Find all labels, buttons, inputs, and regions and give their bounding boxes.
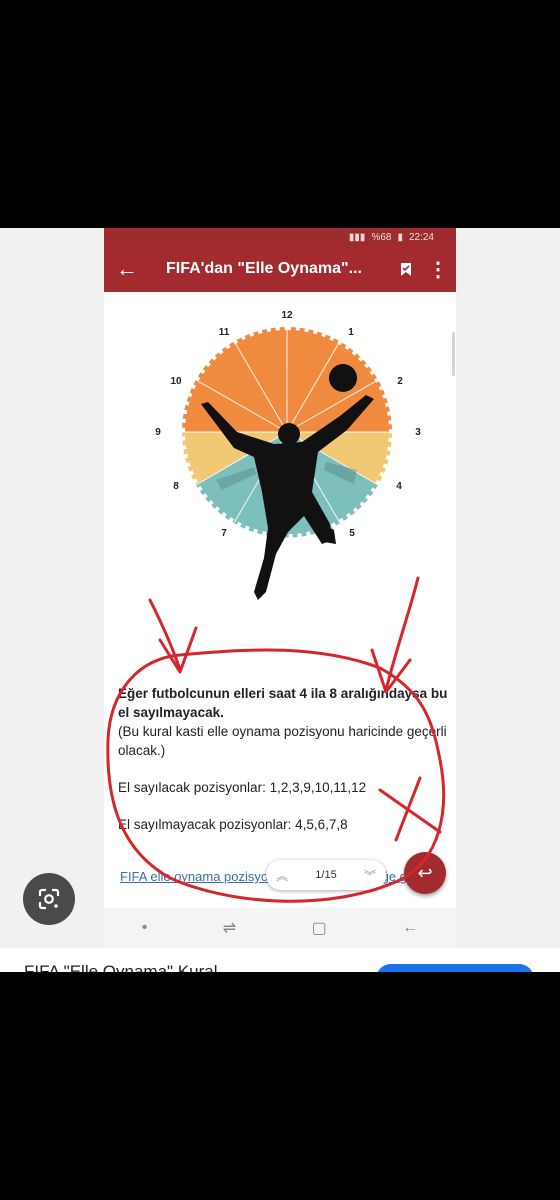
clock-number: 5 bbox=[349, 528, 355, 539]
chevron-down-icon[interactable]: ︾ bbox=[364, 867, 376, 884]
left-margin bbox=[0, 228, 104, 948]
clock-number: 10 bbox=[170, 376, 182, 387]
clock-hand-diagram: 12 1 2 3 4 5 7 8 9 10 11 bbox=[155, 310, 421, 600]
bookmark-icon[interactable] bbox=[392, 262, 420, 277]
reply-arrow-icon: ↩ bbox=[417, 862, 433, 883]
lens-icon bbox=[38, 888, 60, 910]
result-title[interactable]: FIFA "Elle Oynama" Kural bbox=[24, 962, 217, 972]
battery-icon: ▮ bbox=[397, 231, 403, 243]
clock-number: 2 bbox=[397, 376, 403, 387]
counted-positions: El sayılacak pozisyonlar: 1,2,3,9,10,11,… bbox=[118, 780, 367, 795]
clock-number: 8 bbox=[173, 481, 179, 492]
share-reply-button[interactable]: ↩ bbox=[404, 852, 446, 894]
phone-screen: ▮▮▮ %68 ▮ 22:24 ← FIFA'dan "Elle Oynama"… bbox=[104, 228, 456, 948]
app-bar: ← FIFA'dan "Elle Oynama"... ⋮ bbox=[104, 246, 456, 292]
page-indicator: 1/15 bbox=[315, 869, 337, 881]
chevron-up-icon[interactable]: ︽ bbox=[276, 867, 288, 884]
ball-icon bbox=[329, 364, 357, 392]
signal-icon: ▮▮▮ bbox=[348, 231, 366, 243]
system-nav-bar: • ⇌ ▢ ← bbox=[104, 908, 456, 948]
article-text: Eğer futbolcunun elleri saat 4 ila 8 ara… bbox=[118, 684, 448, 834]
status-bar: ▮▮▮ %68 ▮ 22:24 bbox=[104, 228, 456, 246]
recents-icon[interactable]: ⇌ bbox=[223, 918, 236, 938]
clock-number: 1 bbox=[348, 327, 354, 338]
visit-button[interactable] bbox=[376, 964, 534, 972]
battery-level: %68 bbox=[371, 231, 392, 243]
page-navigator: ︽ 1/15 ︾ bbox=[266, 860, 386, 890]
clock-number: 12 bbox=[281, 310, 293, 321]
clock-number: 11 bbox=[219, 327, 230, 338]
home-icon[interactable]: ▢ bbox=[312, 918, 327, 938]
clock-number: 7 bbox=[221, 528, 227, 539]
dot-icon[interactable]: • bbox=[142, 919, 148, 937]
result-strip: FIFA "Elle Oynama" Kural bbox=[0, 948, 560, 972]
right-margin bbox=[456, 228, 560, 948]
back-arrow-icon[interactable]: ← bbox=[104, 256, 150, 282]
page-title: FIFA'dan "Elle Oynama"... bbox=[166, 260, 362, 277]
back-nav-icon[interactable]: ← bbox=[402, 919, 418, 937]
status-time: 22:24 bbox=[408, 231, 434, 243]
clock-number: 3 bbox=[415, 427, 421, 438]
not-counted-positions: El sayılmayacak pozisyonlar: 4,5,6,7,8 bbox=[118, 817, 348, 832]
rule-headline: Eğer futbolcunun elleri saat 4 ila 8 ara… bbox=[118, 686, 448, 720]
clock-number: 4 bbox=[396, 481, 402, 492]
clock-number: 9 bbox=[155, 427, 161, 438]
more-options-icon[interactable]: ⋮ bbox=[420, 257, 456, 282]
google-lens-button[interactable] bbox=[23, 873, 75, 925]
rule-note: (Bu kural kasti elle oynama pozisyonu ha… bbox=[118, 724, 447, 758]
